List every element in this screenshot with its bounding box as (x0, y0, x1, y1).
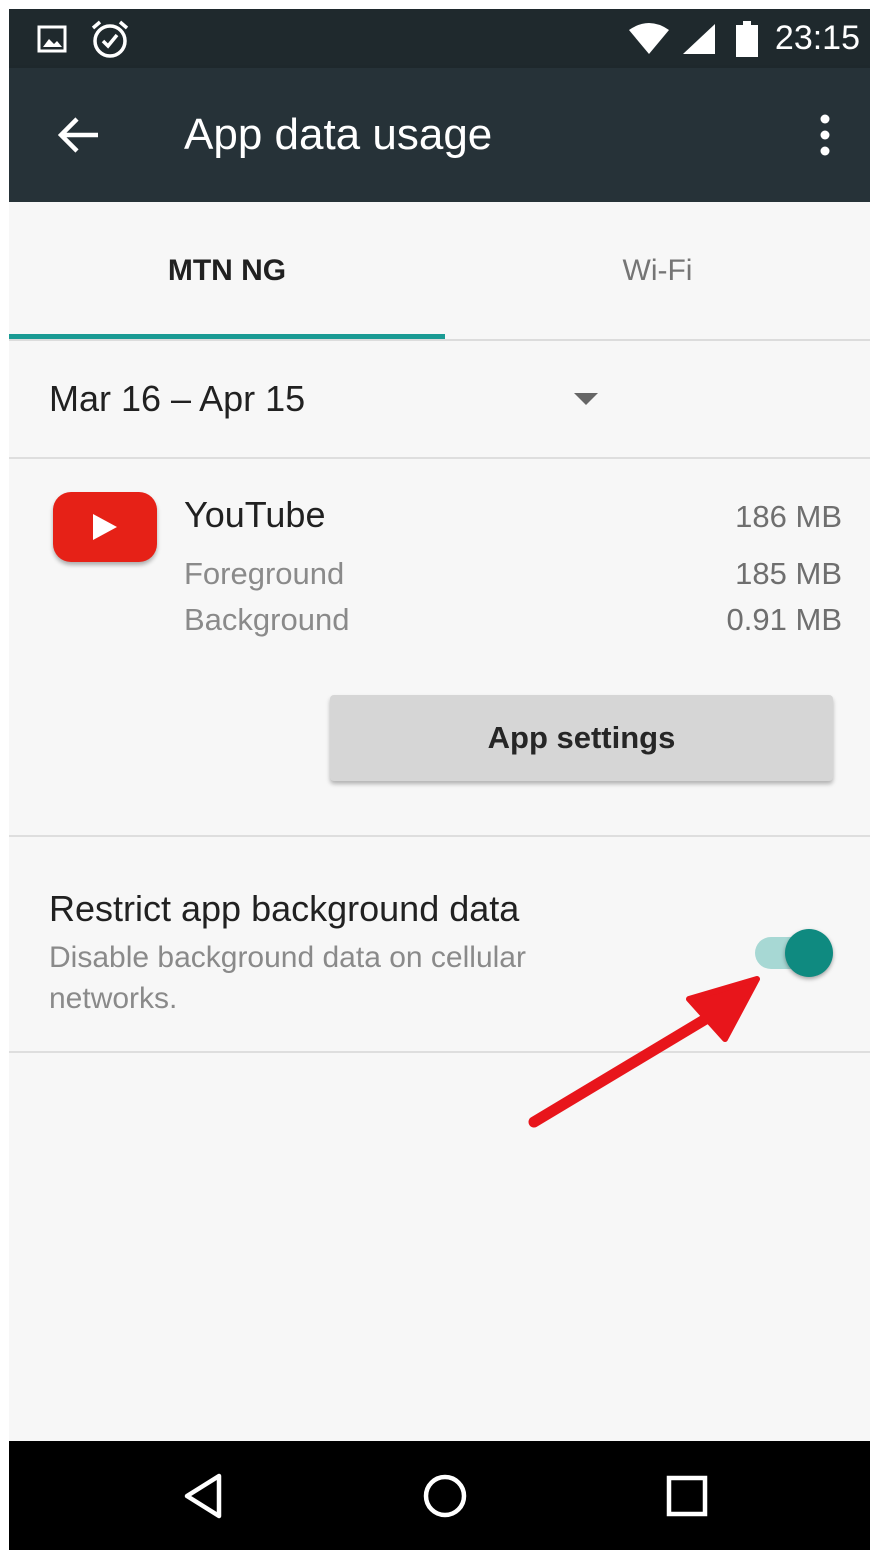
restrict-subtitle: Disable background data on cellular netw… (49, 941, 526, 1015)
restrict-title: Restrict app background data (49, 888, 520, 929)
billing-cycle-range: Mar 16 – Apr 15 (49, 378, 306, 419)
youtube-app-icon (53, 492, 157, 562)
background-value: 0.91 MB (726, 602, 842, 637)
billing-cycle-dropdown[interactable]: Mar 16 – Apr 15 (9, 341, 870, 457)
alarm-icon (89, 9, 131, 68)
arrow-back-icon (58, 117, 98, 153)
back-button[interactable] (49, 98, 109, 172)
app-bar: App data usage (9, 68, 870, 202)
image-notification-icon (36, 9, 68, 68)
app-total-usage: 186 MB (735, 499, 842, 534)
nav-recents-button[interactable] (627, 1441, 747, 1550)
screen: 23:15 App data usage MTN NG Wi-Fi Mar 16… (9, 9, 870, 1550)
nav-back-icon (184, 1473, 222, 1518)
background-label: Background (184, 602, 350, 637)
page-title: App data usage (184, 110, 493, 159)
battery-icon (735, 9, 759, 68)
status-bar: 23:15 (9, 9, 870, 68)
more-vert-icon (820, 114, 830, 156)
app-settings-button[interactable]: App settings (330, 695, 833, 781)
app-name: YouTube (184, 494, 326, 535)
network-tabs: MTN NG Wi-Fi (9, 202, 870, 341)
status-time: 23:15 (774, 19, 860, 57)
wifi-icon (627, 9, 671, 68)
divider (9, 1051, 870, 1053)
system-navigation-bar (9, 1441, 870, 1550)
nav-home-icon (423, 1474, 467, 1517)
tab-wifi[interactable]: Wi-Fi (445, 202, 870, 340)
cell-signal-icon (681, 9, 717, 68)
foreground-value: 185 MB (735, 556, 842, 591)
nav-recents-icon (666, 1475, 708, 1516)
nav-back-button[interactable] (143, 1441, 263, 1550)
dropdown-arrow-icon (574, 393, 598, 405)
restrict-background-data-setting[interactable]: Restrict app background data Disable bac… (9, 837, 870, 1051)
tab-mtn-ng[interactable]: MTN NG (9, 202, 445, 340)
foreground-label: Foreground (184, 556, 345, 591)
restrict-switch-thumb[interactable] (785, 929, 833, 977)
nav-home-button[interactable] (385, 1441, 505, 1550)
more-options-button[interactable] (800, 98, 850, 172)
divider (9, 457, 870, 459)
